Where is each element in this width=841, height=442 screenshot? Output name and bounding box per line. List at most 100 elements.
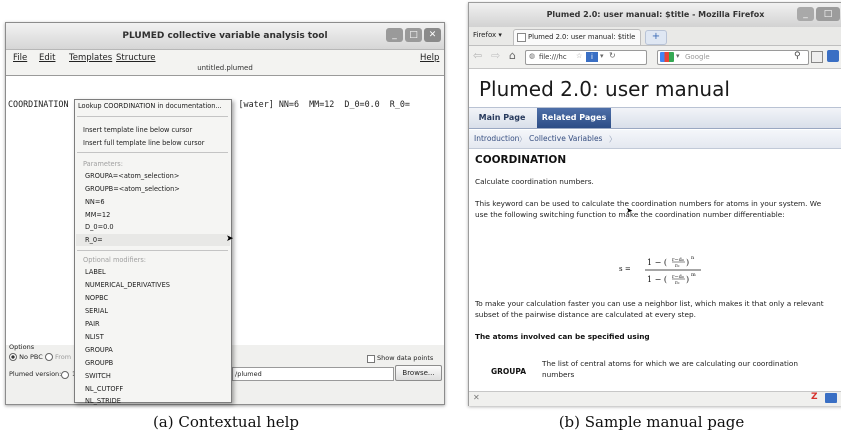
search-icon[interactable]: ⚲ [794,51,801,61]
firefox-menu-button[interactable]: Firefox ▾ [473,31,502,39]
param-groupb-item[interactable]: GROUPB=<atom_selection> [85,185,180,193]
section-heading: COORDINATION [475,154,567,166]
forward-icon[interactable]: ⇨ [491,49,500,62]
param-nn-item[interactable]: NN=6 [85,198,105,206]
chevron-down-icon[interactable]: ▾ [600,52,604,60]
modifier-nl-stride-item[interactable]: NL_STRIDE [85,397,121,405]
no-pbc-label: No PBC [19,353,43,361]
pbc-row: No PBC From [9,353,71,361]
addon-bar-icon[interactable] [825,393,837,403]
menu-structure[interactable]: Structure [116,53,156,63]
insert-template-item[interactable]: Insert template line below cursor [83,126,192,134]
svg-text:): ) [686,275,689,284]
lookup-docs-item[interactable]: Lookup COORDINATION in documentation... [78,102,222,110]
reload-icon[interactable]: ↻ [609,51,616,60]
svg-text:r₀: r₀ [675,280,679,286]
code-suffix: [water] NN=6 MM=12 D_0=0.0 R_0= [238,99,410,109]
svg-text:m: m [691,272,696,278]
maximize-button[interactable]: □ [816,7,840,21]
chevron-down-icon: ▾ [496,31,502,39]
param-mm-item[interactable]: MM=12 [85,211,110,219]
grid-icon[interactable] [811,51,823,63]
tab-related-pages[interactable]: Related Pages [537,108,611,128]
modifier-pair-item[interactable]: PAIR [85,320,100,328]
svg-text:1 − (: 1 − ( [647,258,667,267]
close-icon[interactable]: ✕ [473,393,480,402]
modifier-numerical-derivatives-item[interactable]: NUMERICAL_DERIVATIVES [85,281,170,289]
new-tab-plus-icon[interactable]: + [645,30,667,45]
menu-divider [77,250,228,251]
paragraph-neighbor-list: To make your calculation faster you can … [475,299,824,320]
paragraph-switching: This keyword can be used to calculate th… [475,199,822,220]
no-pbc-radio[interactable] [9,353,17,361]
minimize-button[interactable]: _ [797,7,814,21]
code-prefix: COORDINATION [8,99,69,109]
caption-a: (a) Contextual help [152,413,300,431]
browse-button[interactable]: Browse... [395,365,442,381]
breadcrumb-introduction[interactable]: Introduction [474,134,519,143]
formula-fraction: 1 − ( r−d₀ r₀ ) n 1 − ( r−d₀ r₀ ) m [645,255,701,286]
chevron-down-icon[interactable]: ▾ [676,52,680,60]
show-data-points-label: Show data points [377,354,434,362]
doc-nav-tabs: Main Page Related Pages [469,107,841,129]
browser-tab[interactable]: Plumed 2.0: user manual: $title [513,29,641,45]
groupa-description: The list of central atoms for which we a… [542,359,799,379]
modifier-switch-item[interactable]: SWITCH [85,372,111,380]
firefox-window: Plumed 2.0: user manual: $title - Mozill… [468,2,841,406]
svg-text:r₀: r₀ [675,263,679,269]
mouse-cursor-icon: ➤ [226,234,234,244]
window-title: PLUMED collective variable analysis tool [122,31,328,41]
param-d0-item[interactable]: D_0=0.0 [85,223,114,231]
modifier-groupa-item[interactable]: GROUPA [85,346,113,354]
modifier-nlist-item[interactable]: NLIST [85,333,104,341]
url-bar[interactable]: ◍ file:///hc ☆ i ▾ ↻ [525,50,647,65]
modifier-serial-item[interactable]: SERIAL [85,307,108,315]
paragraph-intro: Calculate coordination numbers. [475,177,594,186]
menu-edit[interactable]: Edit [39,53,55,63]
search-placeholder: Google [685,53,710,61]
context-menu: Lookup COORDINATION in documentation... … [74,99,234,405]
show-data-points-checkbox[interactable] [367,355,375,363]
param-r0-item[interactable]: R_0= [85,236,103,244]
back-icon[interactable]: ⇦ [473,49,482,62]
tab-title: Plumed 2.0: user manual: $title [528,33,636,41]
options-label: Options [9,343,35,351]
path-input[interactable]: /plumed [232,367,394,381]
modifier-label-item[interactable]: LABEL [85,268,106,276]
close-button[interactable]: ✕ [424,28,441,42]
svg-text:n: n [691,255,695,261]
minimize-button[interactable]: _ [386,28,403,42]
manual-page: Plumed 2.0: user manual Main Page Relate… [469,69,841,391]
menu-templates[interactable]: Templates [69,53,112,63]
menu-file[interactable]: File [13,53,27,63]
from-radio[interactable] [44,353,53,361]
modifier-nopbc-item[interactable]: NOPBC [85,294,108,302]
window-title: Plumed 2.0: user manual: $title - Mozill… [546,10,765,19]
search-input[interactable]: ▾ Google ⚲ [657,50,809,65]
breadcrumb: Introduction 〉 Collective Variables 〉 [469,130,841,149]
breadcrumb-collective-variables[interactable]: Collective Variables [529,134,602,143]
maximize-button[interactable]: □ [405,28,422,42]
modifier-nl-cutoff-item[interactable]: NL_CUTOFF [85,385,123,393]
url-text: file:///hc [539,53,567,61]
menu-divider [77,152,228,153]
star-icon[interactable]: ☆ [576,52,582,60]
path-value: /plumed [235,370,262,378]
insert-full-template-item[interactable]: Insert full template line below cursor [83,139,204,147]
addon-icon[interactable] [827,50,839,62]
firefox-menu-label: Firefox [473,31,497,39]
menu-help[interactable]: Help [420,53,439,63]
home-icon[interactable]: ⌂ [509,49,516,62]
modifier-groupb-item[interactable]: GROUPB [85,359,113,367]
parameters-header: Parameters: [83,160,123,168]
page-icon [517,33,526,42]
info-icon[interactable]: i [586,52,598,62]
globe-icon: ◍ [529,52,536,60]
zotero-icon[interactable]: Z [811,392,818,402]
param-groupa-item[interactable]: GROUPA=<atom_selection> [85,172,179,180]
svg-text:): ) [686,258,689,267]
file-name: untitled.plumed [197,64,253,72]
version-radio[interactable] [61,371,69,379]
plumed-version-label: Plumed version: [9,370,62,378]
tab-main-page[interactable]: Main Page [469,108,535,128]
